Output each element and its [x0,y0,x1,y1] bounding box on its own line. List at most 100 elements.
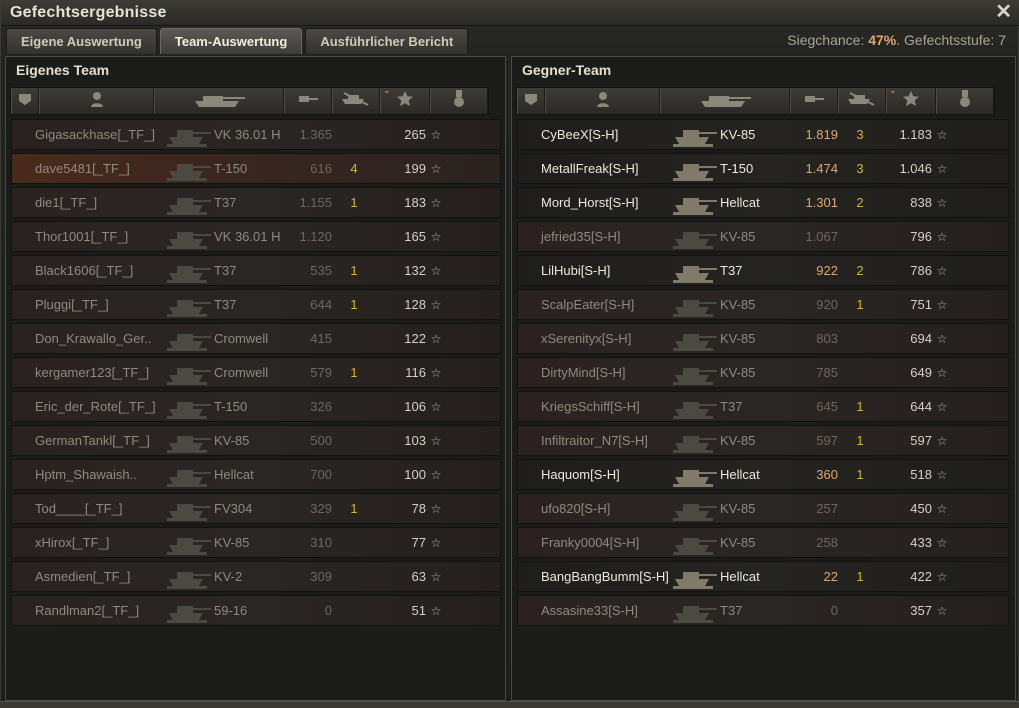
player-row[interactable]: xSerenityx[S-H] KV-85 803 694 ☆ [517,323,1009,354]
tank-name: T37 [720,399,743,414]
column-header-kills[interactable] [332,88,380,114]
player-row[interactable]: Infiltraitor_N7[S-H] KV-85 597 1 597 ☆ [517,425,1009,456]
sort-indicator-icon: ⌄ [889,85,897,95]
xp-value: 183 [404,195,426,210]
player-row[interactable]: Eric_der_Rote[_TF_] T-150 326 106 ☆ [11,391,501,422]
tab-own-results[interactable]: Eigene Auswertung [6,28,157,54]
column-header-player[interactable] [545,88,660,114]
column-header-tank[interactable] [660,88,790,114]
tank-silhouette-icon [670,324,720,354]
player-row[interactable]: Haquom[S-H] Hellcat 360 1 518 ☆ [517,459,1009,490]
medal-icon [959,89,971,113]
player-row[interactable]: CyBeeX[S-H] KV-85 1.819 3 1.183 ☆ [517,119,1009,150]
player-row[interactable]: KriegsSchiff[S-H] T37 645 1 644 ☆ [517,391,1009,422]
player-row[interactable]: Randlman2[_TF_] 59-16 0 51 ☆ [11,595,501,626]
tank-silhouette-icon [164,562,214,592]
sort-indicator-icon: ⌄ [383,85,391,95]
column-header-damage[interactable] [284,88,332,114]
tank-name: 59-16 [214,603,248,618]
tank-silhouette-icon [670,222,720,252]
damage-value: 326 [310,399,332,414]
tank-silhouette-icon [164,528,214,558]
player-name: Asmedien[_TF_] [35,569,131,584]
player-name: CyBeeX[S-H] [541,127,619,142]
tank-silhouette-icon [670,120,720,150]
player-row[interactable]: GermanTankl[_TF_] KV-85 500 103 ☆ [11,425,501,456]
column-header-xp-star[interactable]: ⌄ [380,85,430,114]
player-row[interactable]: DirtyMind[S-H] KV-85 785 649 ☆ [517,357,1009,388]
player-row[interactable]: Black1606[_TF_] T37 535 1 132 ☆ [11,255,501,286]
column-header-player[interactable] [39,88,154,114]
platoon-icon [18,92,32,111]
player-row[interactable]: Asmedien[_TF_] KV-2 309 63 ☆ [11,561,501,592]
xp-star-icon: ☆ [936,535,948,550]
xp-value: 132 [404,263,426,278]
player-row[interactable]: Mord_Horst[S-H] Hellcat 1.301 2 838 ☆ [517,187,1009,218]
tank-silhouette-icon [670,460,720,490]
xp-star-icon: ☆ [430,535,442,550]
column-header-platoon[interactable] [517,88,545,114]
player-row[interactable]: LilHubi[S-H] T37 922 2 786 ☆ [517,255,1009,286]
tab-detailed-report[interactable]: Ausführlicher Bericht [305,28,469,54]
tank-silhouette-icon [164,120,214,150]
damage-value: 579 [310,365,332,380]
tank-silhouette-icon [670,290,720,320]
kills-value: 4 [350,161,358,176]
damage-value: 645 [816,399,838,414]
xp-star-icon: ☆ [936,501,948,516]
tank-name: KV-85 [720,433,756,448]
player-row[interactable]: jefried35[S-H] KV-85 1.067 796 ☆ [517,221,1009,252]
player-row[interactable]: Tod____[_TF_] FV304 329 1 78 ☆ [11,493,501,524]
tank-name: Hellcat [720,195,760,210]
player-row[interactable]: Don_Krawallo_Ger.. Cromwell 415 122 ☆ [11,323,501,354]
player-row[interactable]: dave5481[_TF_] T-150 616 4 199 ☆ [11,153,501,184]
player-name: Eric_der_Rote[_TF_] [35,399,156,414]
column-header-xp-star[interactable]: ⌄ [886,85,936,114]
player-row[interactable]: Assasine33[S-H] T37 0 357 ☆ [517,595,1009,626]
column-header-kills[interactable] [838,88,886,114]
player-row[interactable]: Thor1001[_TF_] VK 36.01 H 1.120 165 ☆ [11,221,501,252]
column-header-tank[interactable] [154,88,284,114]
player-row[interactable]: ufo820[S-H] KV-85 257 450 ☆ [517,493,1009,524]
damage-value: 1.474 [805,161,838,176]
player-row[interactable]: Franky0004[S-H] KV-85 258 433 ☆ [517,527,1009,558]
own-team-panel: Eigenes Team ⌄ Gigasackhase[_TF_] VK 36.0… [5,56,506,701]
tank-silhouette-icon [670,494,720,524]
column-header-medal[interactable] [936,88,994,114]
player-row[interactable]: BangBangBumm[S-H] Hellcat 22 1 422 ☆ [517,561,1009,592]
close-icon[interactable]: ✕ [995,2,1012,22]
tank-silhouette-icon [164,358,214,388]
tank-name: T37 [720,263,743,278]
xp-star-icon: ☆ [430,127,442,142]
tab-team-results[interactable]: Team-Auswertung [159,28,303,54]
player-name: LilHubi[S-H] [541,263,611,278]
player-row[interactable]: Pluggi[_TF_] T37 644 1 128 ☆ [11,289,501,320]
tank-name: KV-85 [720,535,756,550]
player-row[interactable]: Hptm_Shawaish.. Hellcat 700 100 ☆ [11,459,501,490]
xp-value: 103 [404,433,426,448]
xp-value: 100 [404,467,426,482]
player-name: Randlman2[_TF_] [35,603,140,618]
player-row[interactable]: MetallFreak[S-H] T-150 1.474 3 1.046 ☆ [517,153,1009,184]
column-header-platoon[interactable] [11,88,39,114]
damage-value: 644 [310,297,332,312]
xp-star-icon: ☆ [430,263,442,278]
player-row[interactable]: xHirox[_TF_] KV-85 310 77 ☆ [11,527,501,558]
xp-value: 78 [411,501,426,516]
tank-silhouette-icon [670,562,720,592]
xp-value: 106 [404,399,426,414]
player-row[interactable]: Gigasackhase[_TF_] VK 36.01 H 1.365 265 ☆ [11,119,501,150]
tank-silhouette-icon [164,426,214,456]
player-name: Assasine33[S-H] [541,603,638,618]
column-header-medal[interactable] [430,88,488,114]
own-team-header: ⌄ [10,85,489,115]
column-header-damage[interactable] [790,88,838,114]
tab-bar: Eigene Auswertung Team-Auswertung Ausfüh… [6,28,471,54]
player-row[interactable]: kergamer123[_TF_] Cromwell 579 1 116 ☆ [11,357,501,388]
damage-value: 0 [830,603,838,618]
player-row[interactable]: ScalpEater[S-H] KV-85 920 1 751 ☆ [517,289,1009,320]
player-row[interactable]: die1[_TF_] T37 1.155 1 183 ☆ [11,187,501,218]
tank-silhouette-icon [670,154,720,184]
xp-star-icon: ☆ [936,127,948,142]
kills-value: 2 [856,263,864,278]
